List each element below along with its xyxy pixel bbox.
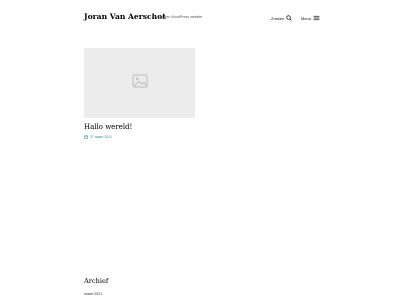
widget-title: Archief: [84, 277, 109, 285]
menu-toggle[interactable]: Menu: [301, 14, 320, 22]
post-date[interactable]: 27 maart 2021: [90, 135, 112, 139]
hamburger-icon: [313, 15, 320, 21]
post-title[interactable]: Hallo wereld!: [84, 123, 132, 131]
menu-label: Menu: [301, 15, 312, 21]
site-header: Joran Van Aerschot En nog een WordPress …: [0, 0, 400, 36]
post-meta: 27 maart 2021: [84, 135, 112, 139]
search-toggle[interactable]: Zoeken: [271, 14, 292, 22]
search-icon: [286, 15, 292, 21]
search-label: Zoeken: [271, 15, 285, 21]
post-thumbnail[interactable]: [84, 48, 195, 118]
calendar-icon: [84, 135, 88, 139]
archive-link[interactable]: maart 2021: [84, 292, 102, 296]
site-tagline: En nog een WordPress website: [152, 15, 203, 19]
image-placeholder-icon: [131, 73, 148, 93]
